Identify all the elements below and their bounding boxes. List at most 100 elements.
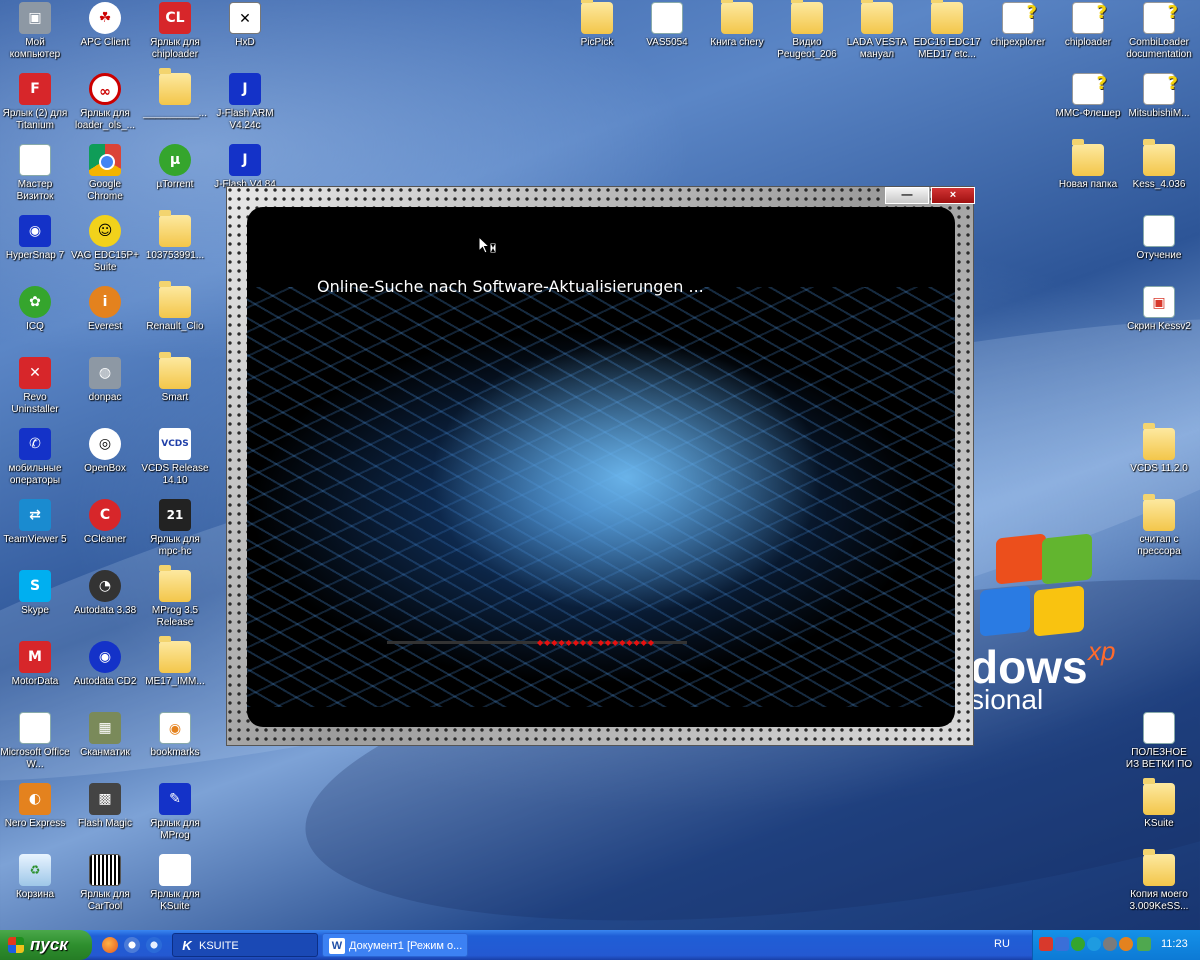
- desktop-icon-mprog-release[interactable]: MProg 3.5 Release: [140, 565, 210, 629]
- jflash-icon: J: [229, 73, 261, 105]
- update-status-text: Online-Suche nach Software-Aktualisierun…: [317, 277, 704, 296]
- desktop-icon-utorrent[interactable]: µ µTorrent: [140, 142, 210, 191]
- flash-chip-icon: ▩: [89, 783, 121, 815]
- desktop-icon-vcds-1120[interactable]: VCDS 11.2.0: [1124, 423, 1194, 475]
- unknown-file-icon: [1072, 0, 1107, 34]
- word-icon: W: [1143, 215, 1175, 247]
- desktop-icon-chipexplorer[interactable]: chipexplorer: [983, 0, 1053, 49]
- desktop-icon-business-card[interactable]: ▤ Мастер Визиток: [0, 142, 70, 203]
- desktop-icon-my-computer[interactable]: ▣ Мой компьютер: [0, 0, 70, 61]
- desktop-icon-kess-4036[interactable]: Kess_4.036: [1124, 139, 1194, 191]
- chip-icon: ▦: [89, 712, 121, 744]
- language-indicator[interactable]: RU: [994, 938, 1010, 950]
- desktop-icon-vas5054[interactable]: W VAS5054: [632, 0, 702, 49]
- desktop-icon-chiploader[interactable]: chiploader: [1053, 0, 1123, 49]
- desktop-icon-renault-clio[interactable]: Renault_Clio: [140, 281, 210, 333]
- desktop-icon-kniga-chery[interactable]: Книга chery: [702, 0, 772, 49]
- desktop-icon-apc-client[interactable]: ☘ APC Client: [70, 0, 140, 49]
- desktop-icon-chiploader-shortcut[interactable]: CL Ярлык для chiploader: [140, 0, 210, 61]
- mpc-icon: 21: [159, 499, 191, 531]
- desktop-icon-picpick[interactable]: PicPick: [562, 0, 632, 49]
- busy-cursor-icon: [478, 236, 497, 254]
- desktop-icon-word[interactable]: W Microsoft Office W...: [0, 710, 70, 771]
- desktop-icon-new-folder[interactable]: Новая папка: [1053, 139, 1123, 191]
- desktop-icon-mprog[interactable]: ✎ Ярлык для MProg: [140, 781, 210, 842]
- desktop-icon-titanium[interactable]: F Ярлык (2) для Titanium: [0, 71, 70, 132]
- desktop-icon-mmc-flasher[interactable]: MMC-Флешер: [1053, 68, 1123, 120]
- shield-tray-icon[interactable]: [1071, 937, 1085, 951]
- close-button[interactable]: ×: [931, 187, 975, 204]
- desktop-icon-flash-magic[interactable]: ▩ Flash Magic: [70, 781, 140, 830]
- ksuite-icon: K: [159, 854, 191, 886]
- desktop-icon-scanmatik[interactable]: ▦ Сканматик: [70, 710, 140, 759]
- info-tray-icon[interactable]: [1087, 937, 1101, 951]
- desktop-icon-vcds-release[interactable]: VCDS VCDS Release 14.10: [140, 426, 210, 487]
- ccleaner-icon: C: [89, 499, 121, 531]
- desktop-icon-combiloader-doc[interactable]: CombiLoader documentation: [1124, 0, 1194, 61]
- desktop-icon-jflash[interactable]: J J-Flash V4.84: [210, 142, 280, 191]
- folder-icon: [1143, 423, 1175, 460]
- task-button-document1[interactable]: W Документ1 [Режим о...: [322, 933, 468, 957]
- desktop-icon-nero[interactable]: ◐ Nero Express: [0, 781, 70, 830]
- desktop-icon-icq[interactable]: ✿ ICQ: [0, 284, 70, 333]
- desktop-icon-donpac[interactable]: ◍ donpac: [70, 355, 140, 404]
- card-icon: ▤: [19, 144, 51, 176]
- desktop-icon-skrin-kessv2[interactable]: ▣ Скрин Kessv2: [1124, 284, 1194, 333]
- desktop-icon-mpc-hc[interactable]: 21 Ярлык для mpc-hc: [140, 497, 210, 558]
- desktop-icon-smart[interactable]: Smart: [140, 352, 210, 404]
- desktop-icon-me17-imm[interactable]: ME17_IMM...: [140, 636, 210, 688]
- word-icon: W: [19, 712, 51, 744]
- desktop-icon-autodata-cd2[interactable]: ◉ Autodata CD2: [70, 639, 140, 688]
- folder-icon: [1143, 139, 1175, 176]
- desktop-icon-edc16[interactable]: EDC16 EDC17 MED17 etc...: [912, 0, 982, 61]
- desktop-icon-ccleaner[interactable]: C CCleaner: [70, 497, 140, 546]
- desktop-icon-video-peugeot[interactable]: Видио Peugeot_206: [772, 0, 842, 61]
- desktop-icon-otuchenie[interactable]: W Отучение: [1124, 213, 1194, 262]
- desktop-icon-teamviewer[interactable]: ⇄ TeamViewer 5: [0, 497, 70, 546]
- desktop-icon-skype[interactable]: S Skype: [0, 568, 70, 617]
- start-button[interactable]: пуск: [0, 930, 92, 960]
- desktop-icon-schitap[interactable]: считап с прессора: [1124, 494, 1194, 558]
- desktop-icon-loader-ols[interactable]: ∞ Ярлык для loader_ols_...: [70, 71, 140, 132]
- antivirus-tray-icon[interactable]: [1103, 937, 1117, 951]
- desktop-icon-vag-edc15[interactable]: ☺ VAG EDC15P+ Suite: [70, 213, 140, 274]
- desktop-icon-autodata338[interactable]: ◔ Autodata 3.38: [70, 568, 140, 617]
- icq-flower-icon: ✿: [19, 286, 51, 318]
- desktop-icon-mobile-operators[interactable]: ✆ мобильные операторы: [0, 426, 70, 487]
- tray-app-icon[interactable]: [1039, 937, 1053, 951]
- desktop-icon-mitsubishi[interactable]: MitsubishiM...: [1124, 68, 1194, 120]
- desktop-icon-chrome[interactable]: Google Chrome: [70, 142, 140, 203]
- folder-icon: [1143, 778, 1175, 815]
- media-player-quicklaunch-icon[interactable]: [124, 937, 140, 953]
- clock[interactable]: 11:23: [1161, 938, 1188, 950]
- jflash-icon: J: [229, 144, 261, 176]
- desktop-icon-lada-vesta[interactable]: LADA VESTA мануал: [842, 0, 912, 61]
- internet-explorer-quicklaunch-icon[interactable]: [146, 937, 162, 953]
- task-button-ksuite[interactable]: K KSUITE: [172, 933, 318, 957]
- volume-tray-icon[interactable]: [1137, 937, 1151, 951]
- folder-icon: [931, 0, 963, 34]
- desktop-icon-jflash-arm[interactable]: J J-Flash ARM V4.24c: [210, 71, 280, 132]
- network-tray-icon[interactable]: [1055, 937, 1069, 951]
- ksuite-update-dialog[interactable]: — × Online-Suche nach Software-Aktualisi…: [226, 186, 975, 746]
- desktop-icon-poleznoe[interactable]: WПОЛЕЗНОЕ ИЗ ВЕТКИ ПО ...: [1124, 710, 1194, 771]
- desktop-icon-bookmarks[interactable]: ◉ bookmarks: [140, 710, 210, 759]
- update-tray-icon[interactable]: [1119, 937, 1133, 951]
- desktop-icon-revo[interactable]: ✕ Revo Uninstaller: [0, 355, 70, 416]
- firefox-quicklaunch-icon[interactable]: [102, 937, 118, 953]
- minimize-button[interactable]: —: [885, 187, 929, 204]
- desktop-icon-motordata[interactable]: M MotorData: [0, 639, 70, 688]
- desktop-icon-openbox[interactable]: ◎ OpenBox: [70, 426, 140, 475]
- desktop-icon-folder-103753991[interactable]: 103753991...: [140, 210, 210, 262]
- desktop-icon-hypersnap[interactable]: ◉ HyperSnap 7: [0, 213, 70, 262]
- desktop-icon-folder-blank[interactable]: __________...: [140, 68, 210, 120]
- desktop-icon-hxd[interactable]: ✕ HxD: [210, 0, 280, 49]
- desktop-icon-kopiya[interactable]: Копия моего 3.009KeSS...: [1124, 849, 1194, 913]
- desktop-icon-ksuite-shortcut[interactable]: K Ярлык для KSuite: [140, 852, 210, 913]
- desktop-icon-ksuite-folder[interactable]: KSuite: [1124, 778, 1194, 830]
- desktop-icon-recycle-bin[interactable]: ♻ Корзина: [0, 852, 70, 901]
- desktop-icon-cartool[interactable]: Ярлык для CarTool: [70, 852, 140, 913]
- folder-icon: [159, 281, 191, 318]
- titanium-icon: F: [19, 73, 51, 105]
- desktop-icon-everest[interactable]: i Everest: [70, 284, 140, 333]
